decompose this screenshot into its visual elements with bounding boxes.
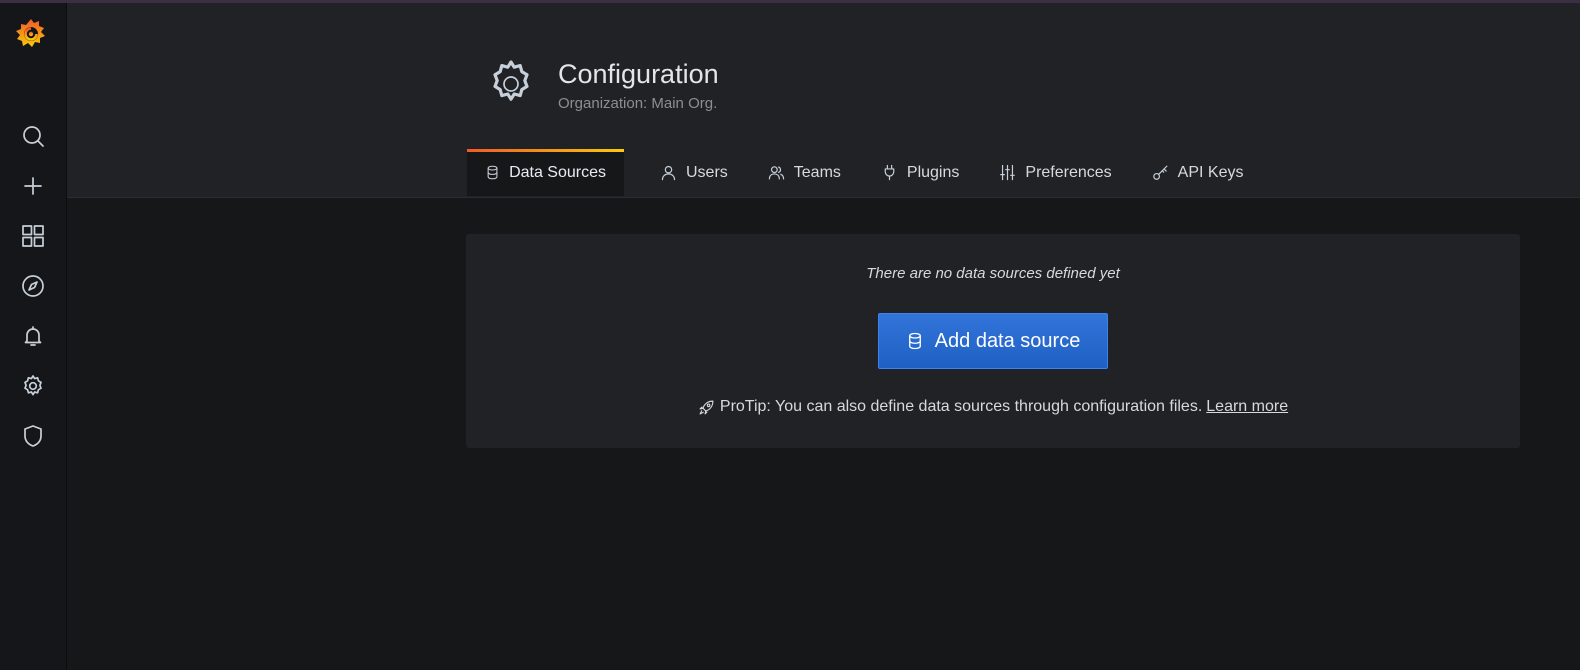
tab-label: Preferences: [1025, 163, 1112, 181]
key-icon: [1152, 165, 1168, 180]
protip: ProTip: You can also define data sources…: [466, 398, 1520, 416]
tab-label: Teams: [793, 163, 841, 181]
learn-more-link[interactable]: Learn more: [1206, 398, 1288, 416]
compass-icon[interactable]: [17, 270, 49, 302]
add-data-source-button[interactable]: Add data source: [878, 313, 1108, 369]
tab-data-sources[interactable]: Data Sources: [467, 149, 624, 196]
tab-label: Users: [686, 163, 728, 181]
protip-text: ProTip: You can also define data sources…: [719, 398, 1203, 415]
tab-label: Data Sources: [509, 163, 606, 181]
shield-icon[interactable]: [17, 420, 49, 452]
dashboards-grid-icon[interactable]: [17, 220, 49, 252]
database-icon: [487, 165, 498, 180]
user-icon: [661, 165, 676, 181]
page-title: Configuration: [558, 59, 719, 89]
users-icon: [768, 166, 784, 180]
configuration-gear-icon: [486, 59, 536, 109]
plug-icon: [884, 164, 895, 181]
tab-teams[interactable]: Teams: [750, 149, 859, 196]
bell-icon[interactable]: [17, 320, 49, 352]
rocket-icon: [699, 400, 714, 414]
config-tabs: Data Sources Users Teams Plugins Prefere…: [467, 149, 1261, 196]
add-data-source-label: Add data source: [934, 329, 1081, 352]
tab-preferences[interactable]: Preferences: [981, 149, 1129, 196]
empty-state-message: There are no data sources defined yet: [866, 265, 1120, 282]
sliders-icon: [1000, 164, 1016, 181]
tab-label: Plugins: [906, 163, 960, 181]
tab-plugins[interactable]: Plugins: [863, 149, 977, 196]
tab-label: API Keys: [1177, 163, 1244, 181]
side-menu: [0, 3, 67, 670]
page-subtitle: Organization: Main Org.: [558, 95, 718, 112]
empty-list-panel: There are no data sources defined yet Ad…: [466, 234, 1520, 448]
plus-icon[interactable]: [17, 170, 49, 202]
database-icon: [908, 332, 921, 350]
grafana-logo-icon[interactable]: [13, 16, 49, 52]
gear-icon[interactable]: [17, 370, 49, 402]
tab-api-keys[interactable]: API Keys: [1134, 149, 1262, 196]
tab-users[interactable]: Users: [642, 149, 746, 196]
search-icon[interactable]: [17, 120, 49, 152]
